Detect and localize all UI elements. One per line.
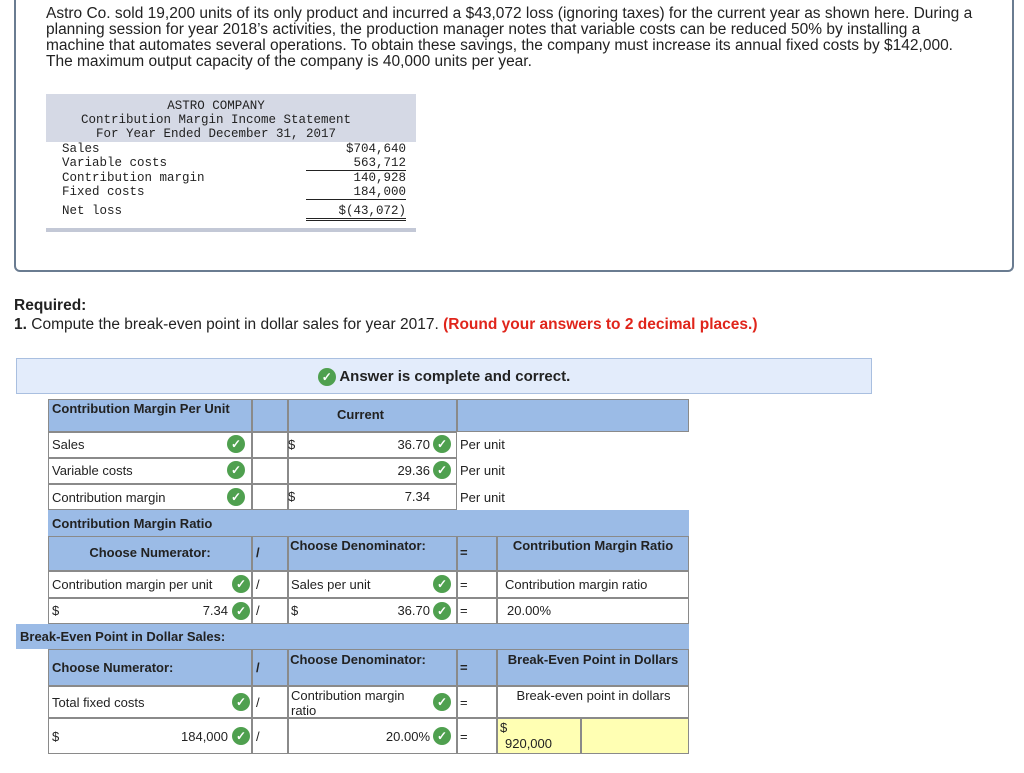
- statement-row: Sales $704,640: [62, 142, 406, 156]
- divide-sign: /: [256, 603, 260, 618]
- required-section: Required: 1. Compute the break-even poin…: [14, 296, 758, 334]
- cm-row-unit: Per unit: [460, 437, 505, 452]
- denominator-value-input[interactable]: 20.00%: [316, 729, 430, 744]
- cm-row-label[interactable]: Contribution margin: [52, 490, 165, 505]
- check-circle-icon: ✓: [232, 575, 250, 593]
- result-label: Contribution margin ratio: [505, 577, 648, 592]
- cm-ratio-heading: Contribution Margin Ratio: [52, 516, 213, 531]
- cm-row-value[interactable]: 36.70: [316, 437, 430, 452]
- col-header-current: Current: [337, 407, 384, 422]
- equals-sign: =: [460, 603, 468, 618]
- check-circle-icon: ✓: [433, 435, 451, 453]
- statement-period: For Year Ended December 31, 2017: [95, 127, 337, 141]
- result-header: Contribution Margin Ratio: [512, 538, 674, 553]
- divide-sign: /: [256, 545, 260, 560]
- check-circle-icon: ✓: [232, 693, 250, 711]
- statement-row: Contribution margin 140,928: [62, 171, 406, 185]
- divide-sign: /: [256, 660, 260, 675]
- result-header: Break-Even Point in Dollars: [507, 652, 679, 667]
- statement-row: Variable costs 563,712: [62, 156, 406, 171]
- cm-row-value[interactable]: 7.34: [316, 489, 430, 504]
- check-circle-icon: ✓: [227, 461, 245, 479]
- cm-row-value[interactable]: 29.36: [316, 463, 430, 478]
- cm-row-unit: Per unit: [460, 463, 505, 478]
- dollar-sign: $: [500, 720, 508, 735]
- statement-company: ASTRO COMPANY: [167, 99, 265, 113]
- denominator-select[interactable]: Contribution margin ratio: [291, 688, 426, 718]
- denominator-value-input[interactable]: 36.70: [316, 603, 430, 618]
- equals-sign: =: [460, 660, 468, 675]
- numerator-select[interactable]: Contribution margin per unit: [52, 577, 212, 592]
- round-note: (Round your answers to 2 decimal places.…: [443, 316, 758, 333]
- cm-row-label[interactable]: Sales: [52, 437, 85, 452]
- cm-row-label[interactable]: Variable costs: [52, 463, 133, 478]
- dollar-sign: $: [52, 729, 60, 744]
- income-statement: ASTRO COMPANY Contribution Margin Income…: [46, 94, 416, 232]
- result-label: Break-even point in dollars: [516, 688, 671, 703]
- numerator-header: Choose Numerator:: [89, 545, 211, 560]
- check-circle-icon: ✓: [433, 602, 451, 620]
- result-value: 20.00%: [507, 603, 552, 618]
- equals-sign: =: [460, 577, 468, 592]
- bep-result-value[interactable]: 920,000: [505, 736, 552, 751]
- dollar-sign: $: [52, 603, 60, 618]
- required-question: 1. Compute the break-even point in dolla…: [14, 316, 758, 333]
- check-circle-icon: ✓: [433, 693, 451, 711]
- check-circle-icon: ✓: [317, 368, 336, 387]
- divide-sign: /: [256, 577, 260, 592]
- check-circle-icon: ✓: [433, 727, 451, 745]
- dollar-sign: $: [288, 437, 296, 452]
- numerator-select[interactable]: Total fixed costs: [52, 695, 145, 710]
- check-circle-icon: ✓: [232, 727, 250, 745]
- dollar-sign: $: [291, 603, 299, 618]
- equals-sign: =: [460, 695, 468, 710]
- denominator-header: Choose Denominator:: [290, 538, 426, 553]
- denominator-header: Choose Denominator:: [290, 652, 426, 667]
- cm-per-unit-heading: Contribution Margin Per Unit: [52, 401, 230, 416]
- bep-heading: Break-Even Point in Dollar Sales:: [20, 629, 226, 644]
- statement-rows: Sales $704,640 Variable costs 563,712 Co…: [46, 142, 416, 228]
- required-title: Required:: [14, 297, 87, 314]
- check-circle-icon: ✓: [232, 602, 250, 620]
- check-circle-icon: ✓: [227, 488, 245, 506]
- numerator-value-input[interactable]: 7.34: [96, 603, 228, 618]
- numerator-header: Choose Numerator:: [52, 660, 174, 675]
- equals-sign: =: [460, 545, 468, 560]
- divide-sign: /: [256, 729, 260, 744]
- dollar-sign: $: [288, 489, 296, 504]
- divide-sign: /: [256, 695, 260, 710]
- denominator-select[interactable]: Sales per unit: [291, 577, 371, 592]
- statement-row: Net loss $(43,072): [62, 204, 422, 221]
- check-circle-icon: ✓: [433, 461, 451, 479]
- answer-status-banner: ✓ Answer is complete and correct.: [16, 358, 872, 394]
- cm-row-unit: Per unit: [460, 490, 505, 505]
- equals-sign: =: [460, 729, 468, 744]
- statement-title: Contribution Margin Income Statement: [80, 113, 352, 127]
- check-circle-icon: ✓: [227, 435, 245, 453]
- statement-row: Fixed costs 184,000: [62, 185, 406, 200]
- check-circle-icon: ✓: [433, 575, 451, 593]
- problem-text: Astro Co. sold 19,200 units of its only …: [46, 5, 973, 70]
- numerator-value-input[interactable]: 184,000: [96, 729, 228, 744]
